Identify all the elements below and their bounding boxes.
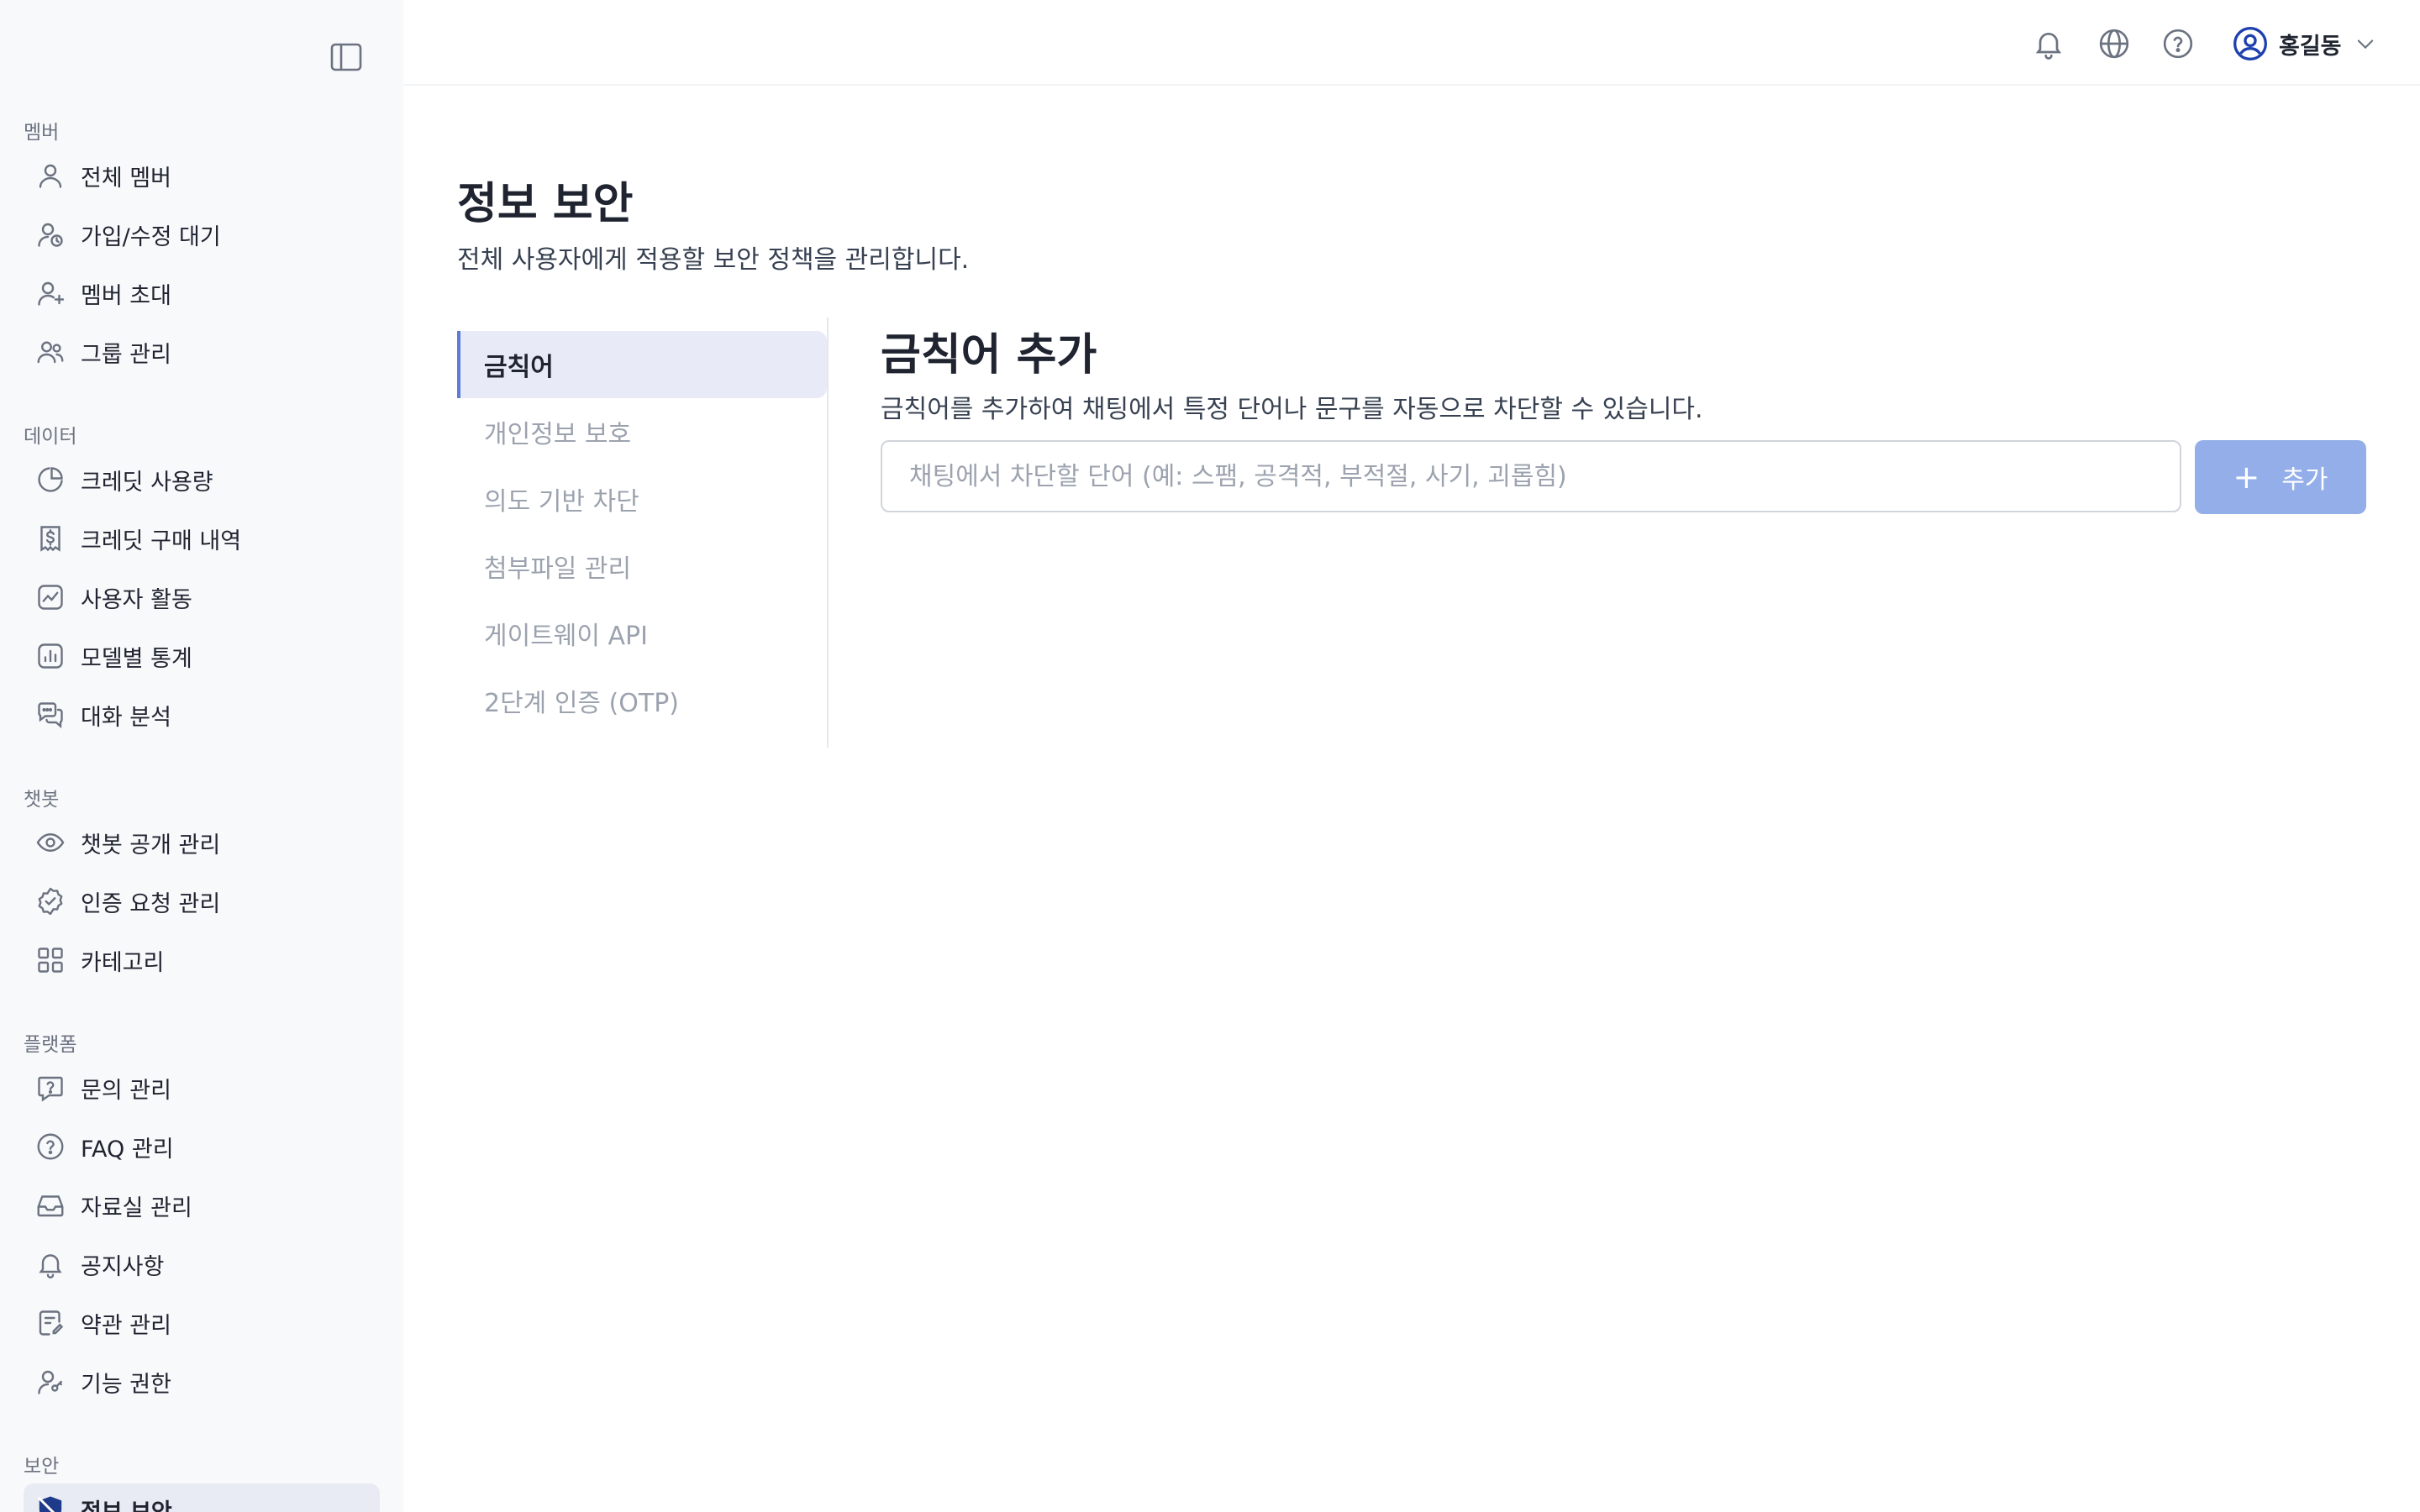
section-title-member: 멤버 — [24, 122, 60, 144]
sidebar-item-label: 전체 멤버 — [81, 165, 171, 192]
sidebar-item-pending[interactable]: 가입/수정 대기 — [24, 208, 380, 260]
bell-icon — [2035, 33, 2062, 60]
section-description: 금칙어를 추가하여 채팅에서 특정 단어나 문구를 자동으로 차단할 수 있습니… — [881, 395, 1703, 424]
sidebar-item-inquiry[interactable]: 문의 관리 — [24, 1062, 380, 1114]
sidebar-item-category[interactable]: 카테고리 — [24, 934, 380, 986]
chat-bubbles-icon — [34, 698, 67, 732]
globe-icon — [2099, 29, 2129, 59]
top-bar — [403, 0, 2420, 86]
tab-otp[interactable]: 2단계 인증 (OTP) — [457, 667, 827, 734]
sidebar-toggle-icon — [330, 43, 362, 71]
notifications-button[interactable] — [2030, 25, 2067, 62]
tab-banned-words[interactable]: 금칙어 — [457, 331, 827, 398]
sidebar-item-label: 크레딧 사용량 — [81, 469, 213, 496]
sidebar-item-label: 인증 요청 관리 — [81, 890, 221, 917]
bell-icon — [34, 1247, 67, 1281]
section-title-security: 보안 — [24, 1456, 60, 1478]
user-menu[interactable]: 홍길동 — [2232, 22, 2377, 66]
sidebar: 멤버 전체 멤버 가입/수정 대기 멤버 초대 그룹 관리 데이터 크레딧 사용… — [0, 0, 403, 1512]
page-title: 정보 보안 — [457, 179, 634, 229]
document-edit-icon — [34, 1306, 67, 1340]
add-button-label: 추가 — [2281, 465, 2328, 495]
sidebar-item-label: 멤버 초대 — [81, 282, 171, 309]
user-clock-icon — [34, 218, 67, 251]
sidebar-item-label: 사용자 활동 — [81, 586, 192, 613]
sidebar-item-label: 문의 관리 — [81, 1077, 171, 1104]
sidebar-item-permissions[interactable]: 기능 권한 — [24, 1356, 380, 1408]
sidebar-item-credit-purchase[interactable]: 크레딧 구매 내역 — [24, 512, 380, 564]
sidebar-item-model-stats[interactable]: 모델별 통계 — [24, 630, 380, 682]
sidebar-item-label: 크레딧 구매 내역 — [81, 528, 242, 554]
user-icon — [34, 159, 67, 192]
add-button[interactable]: + 추가 — [2195, 440, 2366, 514]
sidebar-item-label: 약관 관리 — [81, 1312, 171, 1339]
section-title: 금칙어 추가 — [881, 330, 1097, 381]
section-title-data: 데이터 — [24, 426, 77, 448]
plus-icon: + — [2233, 459, 2260, 496]
sidebar-item-faq[interactable]: FAQ 관리 — [24, 1121, 380, 1173]
section-title-platform: 플랫폼 — [24, 1034, 77, 1056]
tab-attachments[interactable]: 첨부파일 관리 — [457, 533, 827, 600]
sidebar-item-label: 정보 보안 — [81, 1499, 172, 1512]
sidebar-item-label: 모델별 통계 — [81, 645, 192, 672]
message-question-icon — [34, 1071, 67, 1105]
sidebar-item-chatbot-public[interactable]: 챗봇 공개 관리 — [24, 816, 380, 869]
tab-intent-block[interactable]: 의도 기반 차단 — [457, 465, 827, 533]
user-name: 홍길동 — [2279, 33, 2342, 60]
sidebar-item-credit-usage[interactable]: 크레딧 사용량 — [24, 454, 380, 506]
user-circle-icon — [2233, 27, 2267, 60]
sidebar-item-label: FAQ 관리 — [81, 1136, 174, 1163]
user-plus-icon — [34, 276, 67, 310]
sidebar-item-label: 대화 분석 — [81, 704, 171, 731]
sidebar-item-label: 그룹 관리 — [81, 341, 171, 368]
sidebar-item-label: 챗봇 공개 관리 — [81, 832, 221, 858]
tab-gateway-api[interactable]: 게이트웨이 API — [457, 600, 827, 667]
sidebar-item-user-activity[interactable]: 사용자 활동 — [24, 571, 380, 623]
shield-off-icon — [34, 1493, 67, 1512]
sidebar-item-chat-analysis[interactable]: 대화 분석 — [24, 689, 380, 741]
page-description: 전체 사용자에게 적용할 보안 정책을 관리합니다. — [457, 245, 970, 275]
chevron-down-icon — [2357, 39, 2373, 50]
grid-icon — [34, 943, 67, 977]
sidebar-item-info-security[interactable]: 정보 보안 — [24, 1483, 380, 1512]
users-icon — [34, 335, 67, 369]
language-button[interactable] — [2096, 25, 2133, 62]
sidebar-collapse-button[interactable] — [329, 40, 363, 74]
sidebar-item-terms[interactable]: 약관 관리 — [24, 1297, 380, 1349]
sidebar-item-label: 기능 권한 — [81, 1371, 171, 1398]
eye-icon — [34, 826, 67, 859]
security-tabs: 금칙어 개인정보 보호 의도 기반 차단 첨부파일 관리 게이트웨이 API 2… — [457, 318, 829, 748]
user-key-icon — [34, 1365, 67, 1399]
sidebar-item-all-members[interactable]: 전체 멤버 — [24, 150, 380, 202]
activity-chart-icon — [34, 580, 67, 614]
help-circle-icon — [34, 1130, 67, 1163]
section-title-chatbot: 챗봇 — [24, 789, 60, 811]
sidebar-item-invite[interactable]: 멤버 초대 — [24, 267, 380, 319]
bar-chart-icon — [34, 639, 67, 673]
sidebar-item-library[interactable]: 자료실 관리 — [24, 1179, 380, 1231]
tab-privacy[interactable]: 개인정보 보호 — [457, 398, 827, 465]
sidebar-item-groups[interactable]: 그룹 관리 — [24, 326, 380, 378]
receipt-icon — [34, 522, 67, 555]
inbox-icon — [34, 1189, 67, 1222]
sidebar-item-label: 공지사항 — [81, 1253, 165, 1280]
help-button[interactable] — [2160, 25, 2196, 62]
sidebar-item-label: 가입/수정 대기 — [81, 223, 221, 250]
sidebar-item-auth-requests[interactable]: 인증 요청 관리 — [24, 875, 380, 927]
pie-chart-icon — [34, 463, 67, 496]
badge-check-icon — [34, 885, 67, 918]
banned-word-input[interactable] — [881, 440, 2181, 512]
help-circle-icon — [2163, 29, 2193, 59]
sidebar-item-notice[interactable]: 공지사항 — [24, 1238, 380, 1290]
sidebar-item-label: 자료실 관리 — [81, 1194, 192, 1221]
sidebar-item-label: 카테고리 — [81, 949, 165, 976]
